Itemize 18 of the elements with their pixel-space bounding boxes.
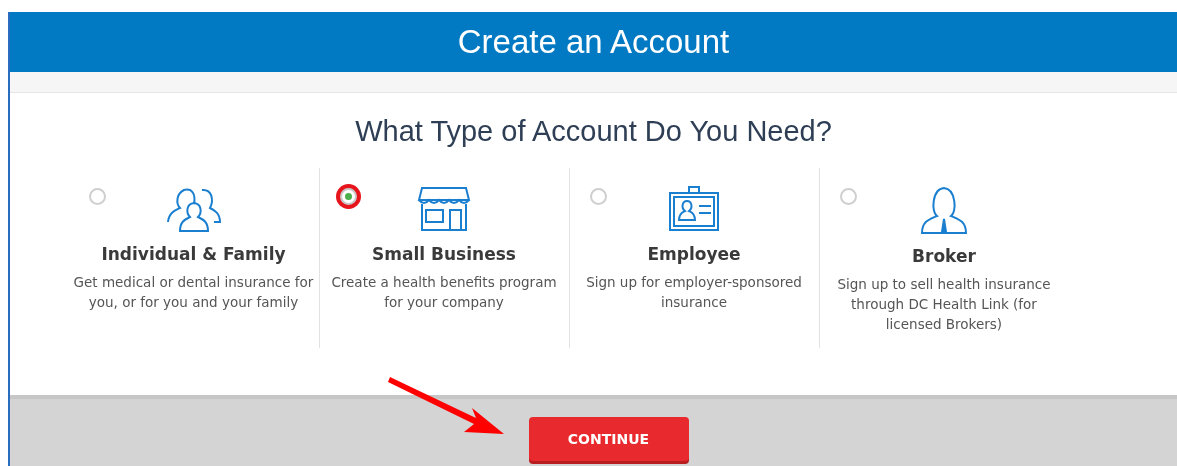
option-title: Small Business (372, 244, 516, 264)
option-description: Sign up to sell health insurance through DC Health Link (for licensed Brokers) (836, 275, 1052, 334)
section-heading: What Type of Account Do You Need? (355, 115, 832, 148)
option-description: Create a health benefits program for your company (330, 273, 558, 312)
continue-button[interactable]: CONTINUE (528, 417, 689, 461)
family-icon (165, 186, 222, 232)
person-with-tie-icon (920, 186, 968, 234)
option-description: Sign up for employer-sponsored insurance (585, 273, 803, 312)
radio-button[interactable] (88, 188, 106, 205)
option-title: Broker (912, 246, 976, 266)
storefront-icon (417, 186, 471, 232)
radio-button[interactable] (839, 188, 857, 205)
option-title: Individual & Family (101, 244, 286, 264)
option-description: Get medical or dental insurance for you, or for you and your family (73, 273, 314, 312)
id-badge-icon (667, 186, 721, 232)
page-title: Create an Account (457, 23, 730, 61)
option-title: Employee (647, 244, 741, 264)
radio-button[interactable] (589, 188, 607, 205)
